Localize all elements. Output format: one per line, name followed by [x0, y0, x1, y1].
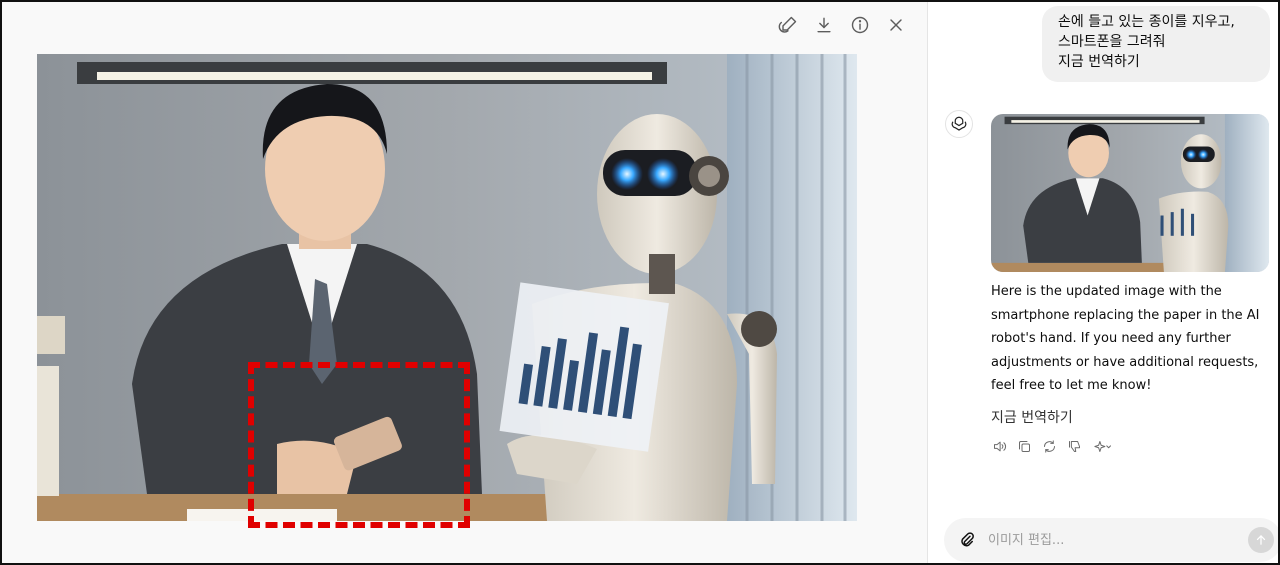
send-arrow-icon[interactable] [1248, 527, 1274, 553]
user-message-line: 스마트폰을 그려줘 [1058, 34, 1166, 50]
thumbs-down-icon[interactable] [1066, 438, 1082, 454]
download-icon[interactable] [813, 14, 835, 36]
user-message-line: 지금 번역하기 [1058, 54, 1140, 70]
translate-now-link[interactable]: 지금 번역하기 [991, 407, 1073, 427]
generated-image-thumbnail[interactable] [991, 114, 1269, 272]
user-message-line: 손에 들고 있는 종이를 지우고, [1058, 14, 1235, 30]
image-edit-input[interactable] [988, 532, 1228, 548]
info-icon[interactable] [849, 14, 871, 36]
assistant-logo-icon [945, 110, 973, 138]
image-editor-panel [2, 2, 928, 563]
app-window: 손에 들고 있는 종이를 지우고, 스마트폰을 그려줘 지금 번역하기 Here… [0, 0, 1280, 565]
sparkle-model-icon[interactable] [1091, 438, 1115, 454]
edit-selection-icon[interactable] [777, 14, 799, 36]
selection-box[interactable] [248, 362, 470, 528]
image-toolbar [777, 14, 907, 36]
assistant-reply-text: Here is the updated image with the smart… [991, 284, 1260, 393]
message-actions [991, 438, 1115, 454]
speaker-icon[interactable] [991, 438, 1007, 454]
chat-panel: 손에 들고 있는 종이를 지우고, 스마트폰을 그려줘 지금 번역하기 Here… [929, 2, 1278, 563]
user-message-bubble: 손에 들고 있는 종이를 지우고, 스마트폰을 그려줘 지금 번역하기 [1042, 6, 1270, 82]
paperclip-icon[interactable] [952, 525, 982, 555]
regenerate-icon[interactable] [1041, 438, 1057, 454]
copy-icon[interactable] [1016, 438, 1032, 454]
close-icon[interactable] [885, 14, 907, 36]
composer [944, 518, 1278, 562]
